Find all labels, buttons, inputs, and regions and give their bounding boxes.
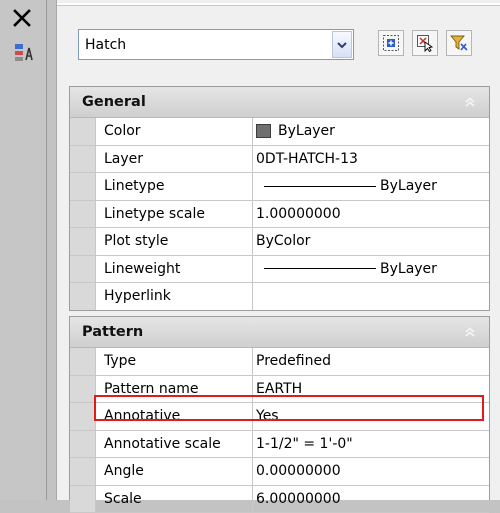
properties-palette: Hatch General <box>0 0 500 500</box>
property-name: Linetype scale <box>96 201 253 228</box>
lineweight-preview <box>264 268 376 269</box>
property-row-linetype[interactable]: Linetype ByLayer <box>70 173 489 201</box>
linetype-preview <box>264 186 376 187</box>
toggle-pickadd-icon <box>382 34 400 52</box>
property-name: Pattern name <box>96 376 253 403</box>
property-name: Annotative scale <box>96 431 253 458</box>
row-gutter <box>70 118 96 145</box>
property-value[interactable] <box>253 283 489 310</box>
property-value[interactable]: ByLayer <box>253 256 489 283</box>
quick-properties-icon[interactable] <box>13 42 35 64</box>
color-swatch-icon <box>256 124 271 138</box>
general-section-header[interactable]: General <box>70 87 489 118</box>
property-name: Color <box>96 118 253 145</box>
property-value[interactable]: ByLayer <box>253 118 489 145</box>
property-value[interactable]: 0DT-HATCH-13 <box>253 146 489 173</box>
property-value[interactable]: ByLayer <box>253 173 489 200</box>
property-value[interactable]: ByColor <box>253 228 489 255</box>
property-name: Linetype <box>96 173 253 200</box>
property-value[interactable]: Predefined <box>253 348 489 375</box>
property-value[interactable]: 0.00000000 <box>253 458 489 485</box>
row-gutter <box>70 348 96 375</box>
property-name: Plot style <box>96 228 253 255</box>
collapse-chevron-icon[interactable] <box>462 94 478 110</box>
general-section: General Color ByLayer Layer 0DT-HATCH-13… <box>69 86 490 311</box>
chevron-down-icon <box>337 41 347 49</box>
property-row-pattern-name[interactable]: Pattern name EARTH <box>70 376 489 404</box>
object-type-dropdown[interactable]: Hatch <box>78 29 354 60</box>
property-name: Layer <box>96 146 253 173</box>
property-name: Hyperlink <box>96 283 253 310</box>
row-gutter <box>70 283 96 310</box>
collapse-chevron-icon[interactable] <box>462 324 478 340</box>
property-name: Type <box>96 348 253 375</box>
property-value[interactable]: Yes <box>253 403 489 430</box>
property-row-scale[interactable]: Scale 6.00000000 <box>70 486 489 513</box>
row-gutter <box>70 486 96 513</box>
top-divider <box>57 3 500 6</box>
dropdown-arrow-button[interactable] <box>332 31 352 58</box>
row-gutter <box>70 431 96 458</box>
quick-select-icon <box>450 34 468 52</box>
pattern-section-header[interactable]: Pattern <box>70 317 489 348</box>
lineweight-value: ByLayer <box>380 261 437 277</box>
property-row-layer[interactable]: Layer 0DT-HATCH-13 <box>70 146 489 174</box>
property-row-plot-style[interactable]: Plot style ByColor <box>70 228 489 256</box>
linetype-value: ByLayer <box>380 178 437 194</box>
object-type-value: Hatch <box>79 37 332 53</box>
row-gutter <box>70 376 96 403</box>
property-row-hyperlink[interactable]: Hyperlink <box>70 283 489 310</box>
property-value[interactable]: EARTH <box>253 376 489 403</box>
property-row-annotative-scale[interactable]: Annotative scale 1-1/2" = 1'-0" <box>70 431 489 459</box>
close-icon[interactable] <box>13 9 31 27</box>
property-name: Angle <box>96 458 253 485</box>
color-value: ByLayer <box>278 123 335 139</box>
property-row-lineweight[interactable]: Lineweight ByLayer <box>70 256 489 284</box>
select-objects-icon <box>416 34 434 52</box>
row-gutter <box>70 173 96 200</box>
toggle-pickadd-button[interactable] <box>378 30 404 56</box>
row-gutter <box>70 146 96 173</box>
pattern-section-title: Pattern <box>82 324 143 340</box>
property-row-linetype-scale[interactable]: Linetype scale 1.00000000 <box>70 201 489 229</box>
row-gutter <box>70 458 96 485</box>
row-gutter <box>70 201 96 228</box>
property-name: Annotative <box>96 403 253 430</box>
row-gutter <box>70 403 96 430</box>
property-row-type[interactable]: Type Predefined <box>70 348 489 376</box>
pattern-section: Pattern Type Predefined Pattern name EAR… <box>69 316 490 500</box>
property-row-annotative[interactable]: Annotative Yes <box>70 403 489 431</box>
property-value[interactable]: 1.00000000 <box>253 201 489 228</box>
property-value[interactable]: 1-1/2" = 1'-0" <box>253 431 489 458</box>
property-name: Scale <box>96 486 253 513</box>
select-objects-button[interactable] <box>412 30 438 56</box>
row-gutter <box>70 228 96 255</box>
quick-select-button[interactable] <box>446 30 472 56</box>
property-row-color[interactable]: Color ByLayer <box>70 118 489 146</box>
general-section-title: General <box>82 94 146 110</box>
palette-title-bar <box>0 0 47 500</box>
property-row-angle[interactable]: Angle 0.00000000 <box>70 458 489 486</box>
property-value[interactable]: 6.00000000 <box>253 486 489 513</box>
property-name: Lineweight <box>96 256 253 283</box>
row-gutter <box>70 256 96 283</box>
